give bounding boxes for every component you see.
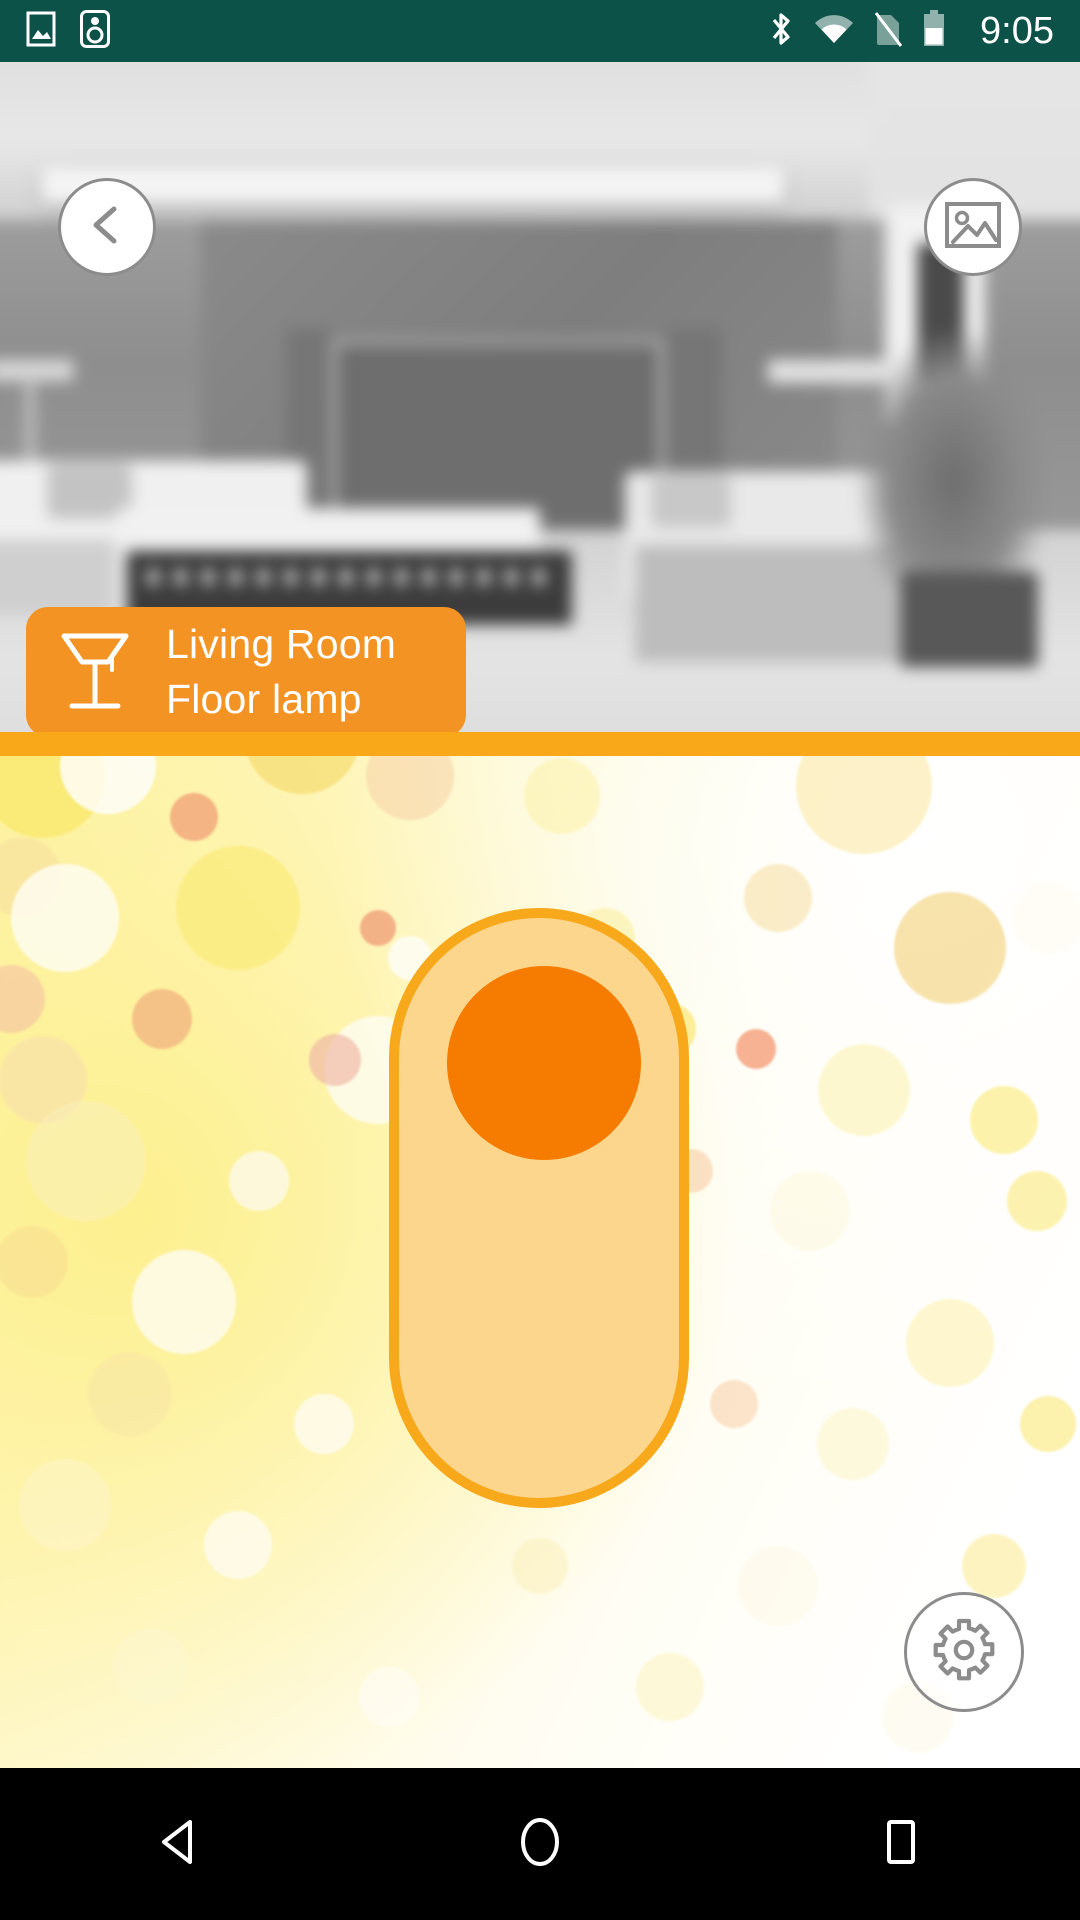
speaker-icon [80, 9, 110, 53]
settings-button[interactable] [904, 1592, 1024, 1712]
triangle-back-icon [152, 1814, 208, 1875]
bokeh-circle [113, 1628, 190, 1705]
image-icon [944, 200, 1002, 255]
device-chip-labels: Living Room Floor lamp [166, 617, 396, 726]
bokeh-circle [170, 792, 219, 841]
back-button[interactable] [58, 178, 156, 276]
bokeh-circle [743, 863, 812, 932]
control-panel [0, 756, 1080, 1768]
bokeh-circle [817, 1408, 890, 1481]
status-bar-left-icons [26, 9, 110, 53]
gallery-button[interactable] [924, 178, 1022, 276]
bokeh-circle [0, 1226, 69, 1298]
nav-back-button[interactable] [105, 1768, 255, 1920]
bokeh-circle [132, 989, 192, 1050]
power-toggle[interactable] [389, 908, 689, 1508]
bokeh-circle [10, 863, 119, 972]
bokeh-circle [203, 1511, 272, 1580]
device-name-chip[interactable]: Living Room Floor lamp [26, 607, 466, 732]
bokeh-circle [244, 756, 361, 794]
bluetooth-icon [768, 10, 794, 53]
no-sim-icon [874, 11, 903, 52]
bokeh-circle [906, 1298, 995, 1387]
bokeh-circle [635, 1653, 704, 1722]
device-name: Floor lamp [166, 676, 362, 722]
bokeh-circle [26, 1100, 147, 1221]
gear-icon [929, 1615, 999, 1690]
bokeh-circle [710, 1379, 759, 1428]
power-toggle-knob[interactable] [447, 966, 641, 1160]
bokeh-circle [1011, 881, 1080, 954]
bokeh-circle [358, 1667, 419, 1728]
nav-home-button[interactable] [465, 1768, 615, 1920]
bokeh-circle [294, 1393, 354, 1454]
bokeh-circle [229, 1151, 290, 1212]
accent-divider [0, 732, 1080, 756]
bokeh-circle [961, 1533, 1026, 1598]
bokeh-circle [736, 1029, 776, 1070]
room-name: Living Room [166, 621, 397, 668]
chevron-left-icon [81, 199, 133, 256]
bokeh-circle [796, 756, 932, 855]
device-hero-image: Living Room Floor lamp [0, 62, 1080, 732]
bokeh-circle [131, 1250, 236, 1355]
status-bar: 9:05 [0, 0, 1080, 62]
status-bar-clock: 9:05 [980, 10, 1054, 52]
bokeh-circle [0, 964, 45, 1033]
bokeh-circle [523, 758, 600, 835]
bokeh-circle [970, 1086, 1039, 1155]
battery-icon [922, 9, 946, 53]
photo-icon [26, 11, 56, 52]
bokeh-circle [87, 1351, 172, 1436]
bokeh-circle [737, 1545, 818, 1626]
wifi-icon [814, 13, 854, 50]
bokeh-circle [175, 845, 300, 970]
app-screen: 9:05 Living Room Floor lamp [0, 0, 1080, 1920]
bokeh-circle [366, 756, 455, 821]
bokeh-circle [1019, 1395, 1076, 1452]
bokeh-circle [308, 1033, 361, 1086]
bokeh-circle [512, 1537, 568, 1594]
bokeh-circle [18, 1458, 111, 1551]
bokeh-circle [818, 1043, 910, 1136]
floor-lamp-icon [52, 622, 138, 723]
android-nav-bar [0, 1768, 1080, 1920]
nav-recents-button[interactable] [825, 1768, 975, 1920]
square-recents-icon [872, 1812, 928, 1877]
bokeh-circle [360, 910, 396, 947]
circle-home-icon [512, 1812, 568, 1877]
bokeh-circle [1006, 1171, 1067, 1232]
status-bar-right-icons: 9:05 [768, 9, 1054, 53]
bokeh-circle [894, 892, 1007, 1005]
bokeh-circle [770, 1171, 850, 1252]
